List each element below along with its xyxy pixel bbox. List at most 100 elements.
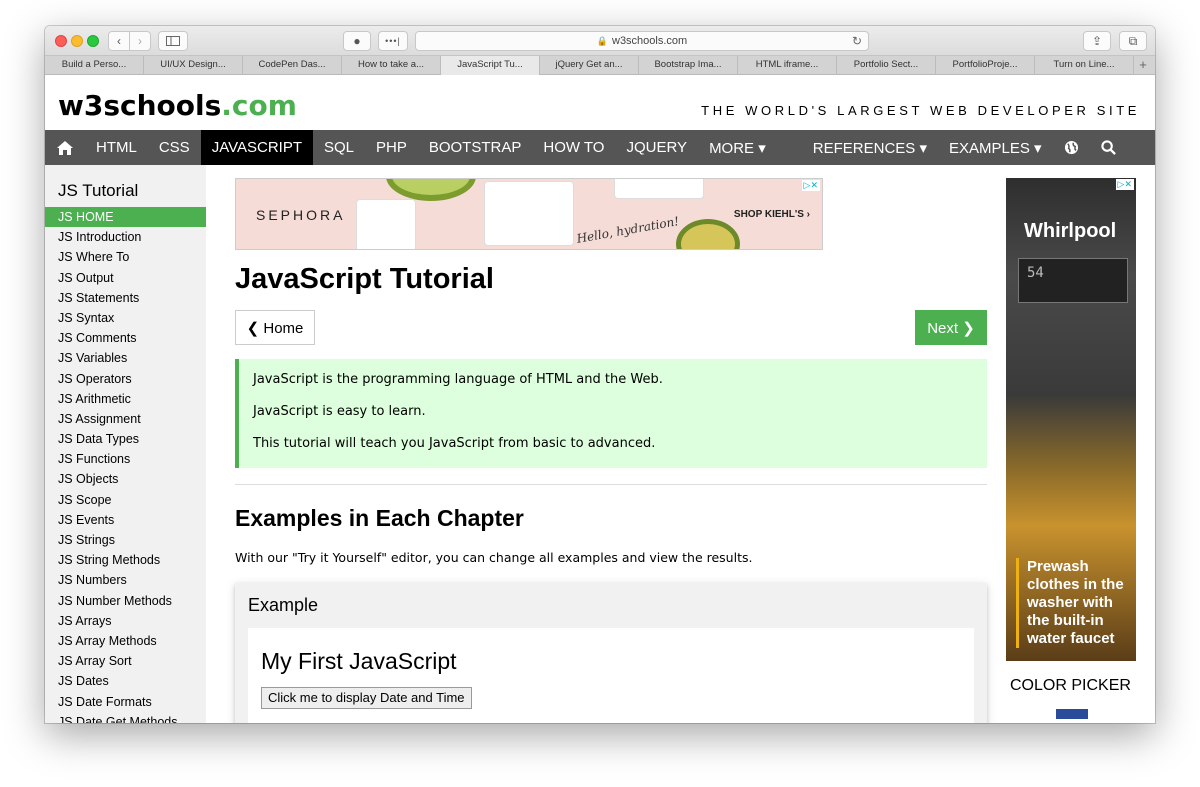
example-output: My First JavaScript Click me to display … [248,628,974,723]
sidebar-toggle-button[interactable] [158,31,188,51]
sidebar-item[interactable]: JS Output [45,268,206,288]
minimize-window-button[interactable] [71,35,83,47]
top-navigation: HTML CSS JAVASCRIPT SQL PHP BOOTSTRAP HO… [45,130,1155,165]
nav-javascript[interactable]: JAVASCRIPT [200,130,313,165]
nav-css[interactable]: CSS [148,130,201,165]
chevron-left-icon: ‹ [117,34,121,48]
sidebar-item[interactable]: JS Comments [45,328,206,348]
sidebar-item[interactable]: JS Array Methods [45,631,206,651]
nav-examples-dropdown[interactable]: EXAMPLES ▾ [938,130,1053,165]
sidebar-item[interactable]: JS Where To [45,247,206,267]
close-window-button[interactable] [55,35,67,47]
evernote-extension-button[interactable]: ● [343,31,371,51]
web-page: w3schools.com THE WORLD'S LARGEST WEB DE… [45,75,1155,723]
tab-bar: Build a Perso... UI/UX Design... CodePen… [45,56,1155,75]
sidebar-item[interactable]: JS String Methods [45,550,206,570]
address-bar[interactable]: 🔒 w3schools.com ↻ [415,31,869,51]
nav-howto[interactable]: HOW TO [532,130,615,165]
nav-jquery[interactable]: JQUERY [615,130,698,165]
sidebar-item[interactable]: JS Arithmetic [45,389,206,409]
sidebar-item[interactable]: JS Dates [45,671,206,691]
sidebar-item[interactable]: JS Number Methods [45,591,206,611]
browser-tab[interactable]: UI/UX Design... [144,56,243,75]
adchoices-icon[interactable]: ▷✕ [1115,179,1134,190]
section-description: With our "Try it Yourself" editor, you c… [235,550,753,565]
sidebar-item[interactable]: JS Arrays [45,611,206,631]
adchoices-icon[interactable]: ▷✕ [801,180,820,191]
sidebar-item[interactable]: JS Array Sort [45,651,206,671]
nav-html[interactable]: HTML [85,130,148,165]
ad-brand-logo: Whirlpool [1024,220,1117,242]
plus-icon: + [1139,57,1147,72]
home-button[interactable]: ❮ Home [235,310,315,345]
sidebar-item[interactable]: JS Variables [45,348,206,368]
browser-tab[interactable]: PortfolioProje... [936,56,1035,75]
avocado-image [676,219,740,249]
browser-tab[interactable]: How to take a... [342,56,441,75]
site-logo[interactable]: w3schools.com [58,89,297,122]
browser-tab[interactable]: HTML iframe... [738,56,837,75]
sidebar-item[interactable]: JS Date Get Methods [45,712,206,723]
reload-icon[interactable]: ↻ [852,34,862,48]
sidebar-item[interactable]: JS Numbers [45,570,206,590]
jar-image [614,179,704,199]
intro-panel: JavaScript is the programming language o… [235,359,987,468]
sidebar-heading: JS Tutorial [58,181,139,200]
back-button[interactable]: ‹ [108,31,130,51]
site-tagline: THE WORLD'S LARGEST WEB DEVELOPER SITE [701,103,1140,118]
zoom-window-button[interactable] [87,35,99,47]
browser-tab[interactable]: Build a Perso... [45,56,144,75]
forward-button[interactable]: › [129,31,151,51]
sidebar-item[interactable]: JS Strings [45,530,206,550]
sidebar-item[interactable]: JS Operators [45,369,206,389]
washer-display: 54 [1018,258,1128,303]
color-picker-swatch[interactable] [1056,709,1088,719]
sidebar-item[interactable]: JS Scope [45,490,206,510]
logo-suffix: .com [221,89,297,122]
sephora-ad-banner[interactable]: SEPHORA Hello, hydration! SHOP KIEHL'S ›… [235,178,823,250]
translate-button[interactable] [1053,130,1090,165]
password-extension-button[interactable]: •••| [378,31,408,51]
sidebar-item[interactable]: JS Syntax [45,308,206,328]
jar-image [356,199,416,249]
nav-more-dropdown[interactable]: MORE ▾ [698,130,777,165]
dots-icon: •••| [385,36,401,46]
next-button[interactable]: Next ❯ [915,310,987,345]
home-nav-link[interactable] [45,130,85,165]
section-title: Examples in Each Chapter [235,505,524,531]
sidebar-item[interactable]: JS Introduction [45,227,206,247]
search-button[interactable] [1090,130,1127,165]
ad-tagline: Hello, hydration! [575,214,681,246]
sidebar-item[interactable]: JS Data Types [45,429,206,449]
sidebar-item[interactable]: JS Statements [45,288,206,308]
color-picker-title: COLOR PICKER [1010,677,1131,694]
browser-tab[interactable]: Bootstrap Ima... [639,56,738,75]
example-heading: My First JavaScript [261,648,457,674]
sidebar-item[interactable]: JS Assignment [45,409,206,429]
sidebar-item[interactable]: JS Functions [45,449,206,469]
nav-sql[interactable]: SQL [313,130,365,165]
sidebar-item[interactable]: JS Objects [45,469,206,489]
whirlpool-ad[interactable]: Whirlpool 54 Prewash clothes in the wash… [1006,178,1136,661]
intro-line: JavaScript is easy to learn. [253,404,426,419]
sidebar-item[interactable]: JS Events [45,510,206,530]
sidebar-item-js-home[interactable]: JS HOME [45,207,206,228]
share-button[interactable]: ⇪ [1083,31,1111,51]
nav-php[interactable]: PHP [365,130,418,165]
browser-tab[interactable]: CodePen Das... [243,56,342,75]
new-tab-button[interactable]: + [1134,56,1152,74]
nav-references-dropdown[interactable]: REFERENCES ▾ [802,130,938,165]
display-date-button[interactable]: Click me to display Date and Time [261,687,472,709]
browser-tab-active[interactable]: JavaScript Tu... [441,56,540,75]
main-content: SEPHORA Hello, hydration! SHOP KIEHL'S ›… [235,165,987,723]
jar-image [484,181,574,246]
sidebar-item[interactable]: JS Date Formats [45,692,206,712]
tab-overview-button[interactable]: ⧉ [1119,31,1147,51]
browser-tab[interactable]: Portfolio Sect... [837,56,936,75]
browser-tab[interactable]: jQuery Get an... [540,56,639,75]
nav-bootstrap[interactable]: BOOTSTRAP [418,130,533,165]
lock-icon: 🔒 [596,35,608,46]
intro-line: JavaScript is the programming language o… [253,372,663,387]
browser-tab[interactable]: Turn on Line... [1035,56,1134,75]
address-text: w3schools.com [612,35,688,47]
